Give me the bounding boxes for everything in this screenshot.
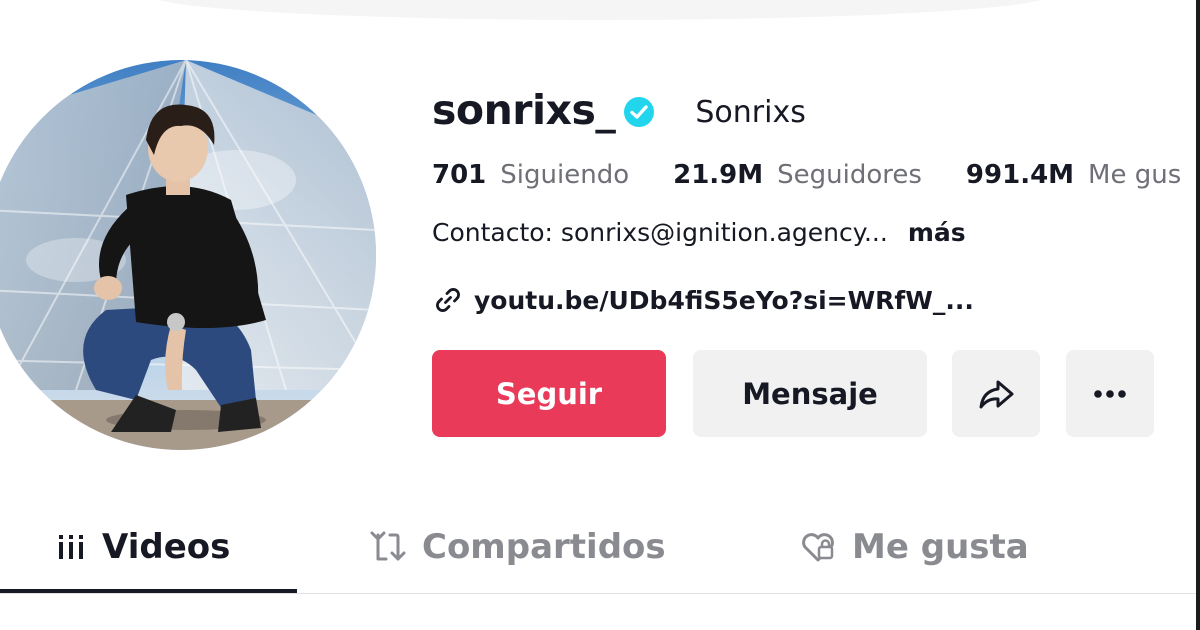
stat-label: Me gus: [1088, 160, 1182, 190]
bio: Contacto: sonrixs@ignition.agency... más: [432, 212, 966, 252]
stat-value: 701: [432, 160, 487, 190]
link-icon: [436, 288, 460, 312]
stat-value: 991.4M: [965, 160, 1075, 190]
profile-stats: 701 Siguiendo 21.9M Seguidores 991.4M Me…: [432, 155, 1200, 195]
grid-bars-icon: [56, 532, 86, 562]
stat-likes: 991.4M Me gus: [966, 160, 1181, 190]
profile-link[interactable]: youtu.be/UDb4fiS5eYo?si=WRfW_...: [432, 280, 974, 320]
stat-following[interactable]: 701 Siguiendo: [432, 160, 629, 190]
top-shadow: [150, 0, 1050, 20]
tabs-divider: [0, 593, 1196, 594]
tab-label: Videos: [102, 527, 231, 567]
verified-badge-icon: [624, 97, 655, 127]
stat-label: Siguiendo: [500, 160, 630, 190]
username-row: sonrixs_ Sonrixs: [432, 80, 806, 140]
avatar[interactable]: [0, 60, 376, 450]
stat-value: 21.9M: [673, 160, 764, 190]
follow-button[interactable]: Seguir: [432, 350, 666, 437]
tab-label: Compartidos: [422, 527, 666, 567]
stat-label: Seguidores: [777, 160, 922, 190]
more-button[interactable]: [1066, 350, 1154, 437]
stat-followers[interactable]: 21.9M Seguidores: [673, 160, 922, 190]
repost-icon: [370, 529, 406, 565]
share-button[interactable]: [952, 350, 1040, 437]
screen-edge: [1196, 0, 1200, 630]
bio-text: Contacto: sonrixs@ignition.agency...: [432, 217, 888, 247]
share-arrow-icon: [979, 380, 1014, 408]
tab-label: Me gusta: [852, 527, 1029, 567]
tab-videos[interactable]: Videos: [56, 505, 230, 589]
tab-compartidos[interactable]: Compartidos: [370, 505, 666, 589]
profile-tabs: Videos Compartidos Me gusta: [0, 505, 1196, 595]
more-dots-icon: [1094, 389, 1126, 398]
link-text: youtu.be/UDb4fiS5eYo?si=WRfW_...: [474, 285, 974, 315]
heart-lock-icon: [800, 530, 836, 564]
message-button[interactable]: Mensaje: [693, 350, 927, 437]
username: sonrixs_: [432, 86, 616, 134]
nickname: Sonrixs: [695, 94, 806, 130]
tab-me-gusta[interactable]: Me gusta: [800, 505, 1029, 589]
bio-more-link[interactable]: más: [908, 218, 966, 247]
